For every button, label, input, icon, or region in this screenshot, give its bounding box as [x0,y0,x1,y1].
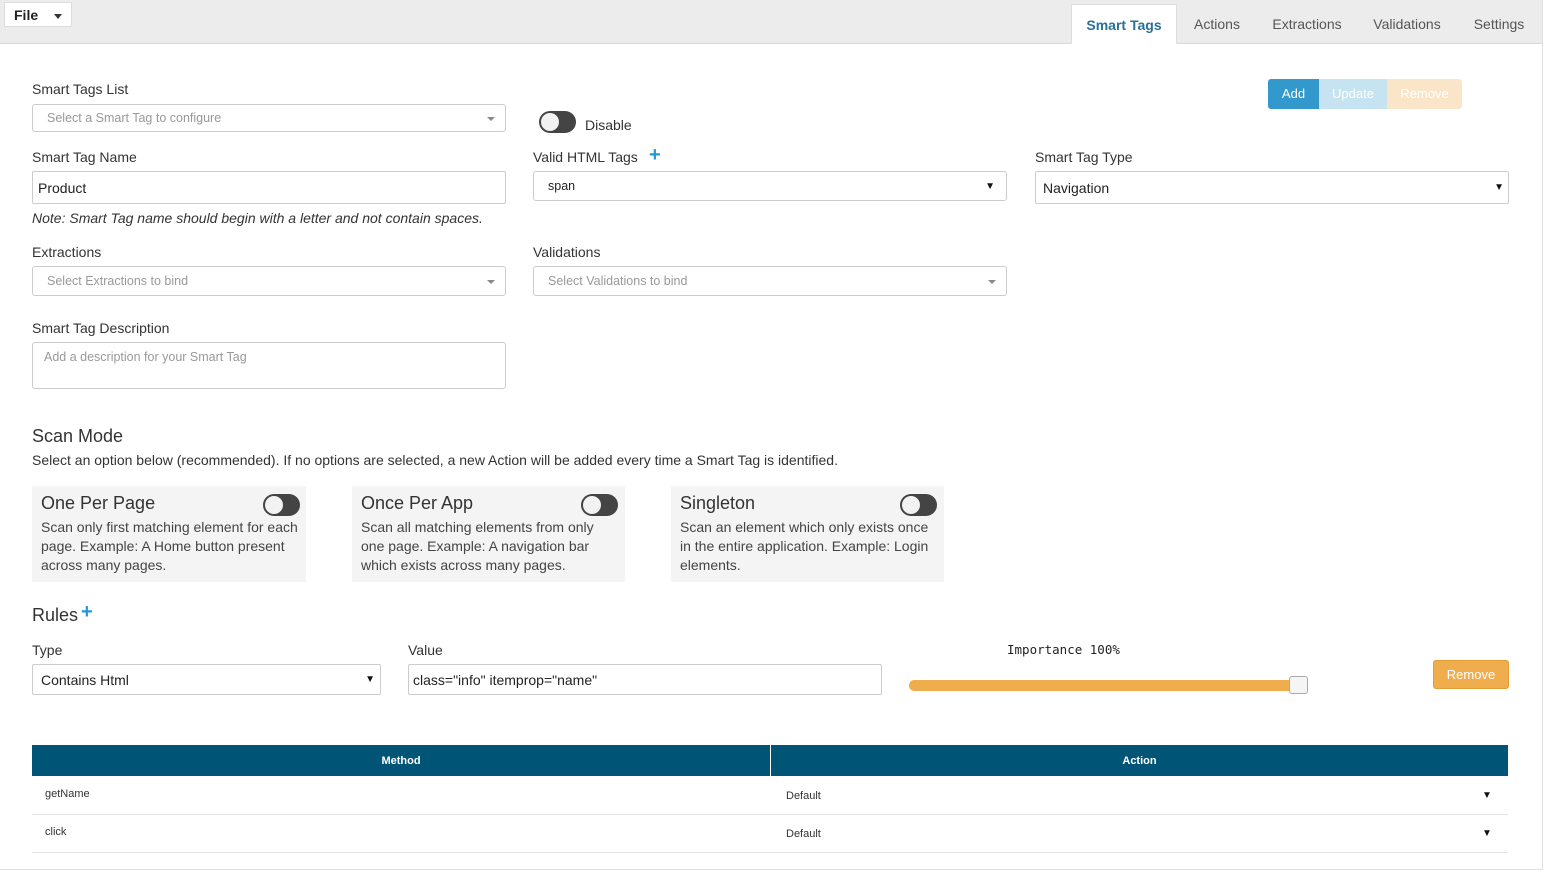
add-button[interactable]: Add [1268,79,1319,109]
file-menu-button[interactable]: File [4,2,72,27]
file-menu-label: File [14,7,39,23]
one-per-page-toggle[interactable] [263,494,300,516]
chevron-down-icon [54,14,62,19]
tab-extractions[interactable]: Extractions [1262,4,1352,44]
chevron-down-icon: ▼ [985,181,995,192]
rule-type-select[interactable]: Contains Html ▼ [32,664,381,695]
chevron-down-icon: ▼ [365,674,375,685]
toggle-knob [902,496,920,514]
smart-tags-list-select[interactable]: Select a Smart Tag to configure [32,104,506,132]
smart-tag-name-value: Product [38,180,87,196]
rule-type-label: Type [32,642,63,658]
smart-tag-name-input[interactable]: Product [32,171,506,204]
remove-button[interactable]: Remove [1387,79,1462,109]
scan-option-title: Singleton [680,493,756,513]
table-header-action: Action [771,745,1508,776]
rule-type-value: Contains Html [41,672,129,688]
rules-title: Rules [32,605,79,625]
smart-tag-type-label: Smart Tag Type [1035,149,1133,165]
validations-placeholder: Select Validations to bind [548,274,688,288]
scan-option-description: Scan an element which only exists once i… [680,519,929,573]
panel-border [1542,0,1543,870]
chevron-down-icon [988,280,996,284]
table-row: click Default ▼ [32,815,1508,853]
disable-label: Disable [585,117,632,133]
smart-tag-description-placeholder: Add a description for your Smart Tag [44,350,247,364]
scan-option-once-per-app: Once Per App Scan all matching elements … [352,486,625,582]
method-cell: click [45,826,67,838]
method-cell: getName [45,788,90,800]
scan-option-one-per-page: One Per Page Scan only first matching el… [32,486,306,582]
scan-mode-subtitle: Select an option below (recommended). If… [32,452,838,468]
rule-value-text: class="info" itemprop="name" [413,672,598,688]
tab-smart-tags[interactable]: Smart Tags [1071,4,1177,44]
singleton-toggle[interactable] [900,494,937,516]
update-button[interactable]: Update [1319,79,1387,109]
chevron-down-icon [487,280,495,284]
importance-slider-track[interactable] [909,680,1299,691]
scan-option-title: One Per Page [41,493,156,513]
rule-value-input[interactable]: class="info" itemprop="name" [408,664,882,695]
extractions-placeholder: Select Extractions to bind [47,274,189,288]
rule-value-label: Value [408,642,443,658]
smart-tag-name-note: Note: Smart Tag name should begin with a… [32,210,483,226]
scan-option-title: Once Per App [361,493,474,513]
smart-tag-type-select[interactable]: Navigation ▼ [1035,171,1509,204]
smart-tag-description-label: Smart Tag Description [32,320,170,336]
valid-html-tags-value: span [548,179,576,193]
chevron-down-icon[interactable]: ▼ [1482,828,1492,839]
smart-tag-name-label: Smart Tag Name [32,149,137,165]
scan-option-singleton: Singleton Scan an element which only exi… [671,486,944,582]
importance-slider-handle[interactable] [1289,676,1308,694]
toggle-knob [541,113,559,131]
chevron-down-icon[interactable]: ▼ [1482,790,1492,801]
valid-html-tags-select[interactable]: span ▼ [533,171,1007,201]
panel-border [0,869,1543,870]
chevron-down-icon [487,117,495,121]
toggle-knob [265,496,283,514]
tab-validations[interactable]: Validations [1362,4,1452,44]
validations-select[interactable]: Select Validations to bind [533,266,1007,296]
remove-rule-button[interactable]: Remove [1433,660,1509,689]
chevron-down-icon: ▼ [1494,182,1504,193]
action-select[interactable]: Default [786,790,821,802]
tab-actions[interactable]: Actions [1180,4,1254,44]
add-rule-icon[interactable]: + [81,601,93,624]
disable-toggle[interactable] [539,111,576,133]
smart-tags-list-label: Smart Tags List [32,81,129,97]
extractions-label: Extractions [32,244,102,260]
scan-mode-title: Scan Mode [32,426,124,446]
validations-label: Validations [533,244,601,260]
once-per-app-toggle[interactable] [581,494,618,516]
valid-html-tags-label: Valid HTML Tags [533,149,638,165]
extractions-select[interactable]: Select Extractions to bind [32,266,506,296]
importance-label: Importance 100% [1007,642,1120,657]
add-html-tag-icon[interactable]: + [649,144,661,167]
scan-option-description: Scan only first matching element for eac… [41,519,298,573]
action-select[interactable]: Default [786,828,821,840]
smart-tags-list-placeholder: Select a Smart Tag to configure [47,111,222,125]
tab-settings[interactable]: Settings [1462,4,1536,44]
table-header-method: Method [32,745,770,776]
smart-tag-type-value: Navigation [1043,180,1110,196]
toggle-knob [583,496,601,514]
table-row: getName Default ▼ [32,777,1508,815]
smart-tag-description-textarea[interactable]: Add a description for your Smart Tag [32,342,506,389]
scan-option-description: Scan all matching elements from only one… [361,519,594,573]
